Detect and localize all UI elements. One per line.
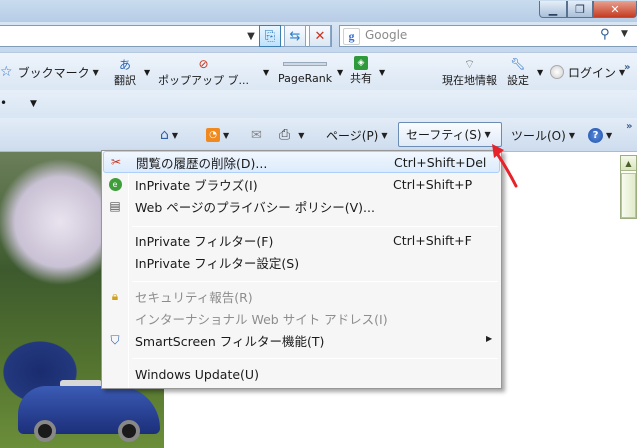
- menu-item-windows-update[interactable]: Windows Update(U): [103, 363, 500, 385]
- scroll-up-icon[interactable]: ▲: [621, 156, 636, 171]
- search-icon[interactable]: ⚲: [600, 27, 610, 42]
- menu-item-privacy-policy[interactable]: ▤ Web ページのプライバシー ポリシー(V)...: [103, 195, 500, 217]
- inprivate-icon: e: [103, 177, 127, 191]
- photo-car-wheel: [118, 420, 140, 442]
- tools-dropdown-icon: ▼: [568, 130, 575, 140]
- address-dropdown-icon[interactable]: ▼: [244, 27, 258, 45]
- compatibility-icon: ⎘: [264, 28, 276, 44]
- translate-icon: あ: [118, 57, 131, 72]
- translate-label: 翻訳: [114, 74, 136, 87]
- close-icon: ✕: [610, 2, 620, 16]
- location-button[interactable]: ⌔ 現在地情報: [442, 56, 497, 88]
- pagerank-label: PageRank: [278, 72, 333, 85]
- page-menu-label: ページ(P): [326, 128, 379, 143]
- login-label: ログイン: [568, 65, 617, 80]
- refresh-button[interactable]: ⇆: [284, 25, 306, 47]
- print-button[interactable]: ⎙ ▼: [279, 124, 304, 146]
- page-dropdown-icon: ▼: [381, 130, 388, 140]
- settings-label: 設定: [507, 74, 529, 87]
- page-menu-button[interactable]: ページ(P) ▼: [326, 124, 388, 146]
- wrench-icon: 🔧︎: [510, 57, 526, 71]
- links-bar: [0, 90, 637, 118]
- mail-icon: ✉: [251, 127, 262, 143]
- google-logo-icon: g: [343, 28, 360, 45]
- command-overflow-icon[interactable]: »: [626, 121, 632, 132]
- bookmarks-label: ブックマーク: [17, 65, 90, 80]
- popup-blocker-button[interactable]: ⊘ ポップアップ ブ...: [158, 56, 249, 88]
- share-button[interactable]: ◈ 共有: [350, 56, 372, 86]
- menu-separator: [132, 281, 498, 282]
- menu-item-inprivate-filter-settings[interactable]: InPrivate フィルター設定(S): [103, 251, 500, 273]
- minimize-button[interactable]: ▁: [539, 1, 567, 18]
- printer-icon: ⎙: [279, 127, 291, 143]
- photo-car-wheel: [34, 420, 56, 442]
- login-button[interactable]: ログイン ▼: [550, 57, 625, 87]
- help-button[interactable]: ? ▼: [588, 124, 612, 146]
- menu-item-inprivate-filter[interactable]: InPrivate フィルター(F) Ctrl+Shift+F: [103, 229, 500, 251]
- home-button[interactable]: ⌂ ▼: [160, 124, 178, 146]
- smartscreen-shield-icon: ⛉: [110, 332, 120, 347]
- chevron-down-icon: ▼: [92, 67, 99, 77]
- location-label: 現在地情報: [442, 74, 497, 87]
- settings-dropdown-icon[interactable]: ▼: [537, 68, 543, 77]
- menu-separator: [132, 226, 498, 227]
- close-button[interactable]: ✕: [593, 1, 637, 18]
- menu-separator: [132, 358, 498, 359]
- help-dropdown-icon: ▼: [606, 130, 613, 140]
- stop-button[interactable]: ✕: [309, 25, 331, 47]
- star-icon: ☆: [0, 64, 13, 80]
- settings-button[interactable]: 🔧︎ 設定: [507, 56, 529, 88]
- help-icon: ?: [588, 127, 603, 143]
- pagerank-indicator[interactable]: PageRank: [278, 56, 332, 85]
- scroll-thumb[interactable]: [621, 173, 636, 218]
- user-icon: [550, 65, 564, 79]
- minimize-icon: ▁: [548, 2, 558, 16]
- bookmarks-button[interactable]: ☆ ブックマーク ▼: [0, 57, 99, 87]
- search-input[interactable]: Google: [365, 28, 407, 42]
- stop-icon: ✕: [314, 28, 326, 44]
- popup-label: ポップアップ ブ...: [158, 74, 249, 87]
- feeds-button[interactable]: ◔ ▼: [206, 124, 229, 146]
- links-ellipsis-icon: •: [0, 96, 8, 110]
- maximize-button[interactable]: ❐: [567, 1, 593, 18]
- lock-icon: 🔒︎: [111, 288, 119, 303]
- share-icon: ◈: [354, 56, 368, 70]
- home-dropdown-icon: ▼: [171, 130, 179, 140]
- links-dropdown-icon[interactable]: ▼: [30, 99, 37, 109]
- share-dropdown-icon[interactable]: ▼: [379, 68, 385, 77]
- location-signal-icon: ⌔: [463, 56, 476, 71]
- menu-item-smartscreen[interactable]: ⛉ SmartScreen フィルター機能(T): [103, 329, 500, 351]
- toolbar-overflow-icon[interactable]: »: [624, 62, 630, 73]
- feeds-dropdown-icon: ▼: [223, 130, 230, 140]
- menu-item-inprivate-browsing[interactable]: e InPrivate ブラウズ(I) Ctrl+Shift+P: [103, 173, 500, 195]
- search-dropdown-icon[interactable]: ▼: [621, 29, 628, 39]
- address-bar[interactable]: [0, 25, 332, 47]
- red-annotation-arrow-icon: [492, 144, 518, 188]
- pagerank-bar-icon: [283, 56, 328, 72]
- popup-blocker-icon: ⊘: [198, 57, 209, 71]
- broom-icon: ✂: [110, 155, 122, 169]
- translate-dropdown-icon[interactable]: ▼: [144, 68, 150, 77]
- menu-item-international-address: インターナショナル Web サイト アドレス(I): [135, 311, 388, 327]
- rss-icon: ◔: [206, 128, 220, 142]
- menu-item-security-report: 🔒︎ セキュリティ報告(R): [103, 285, 500, 307]
- print-dropdown-icon: ▼: [298, 130, 305, 140]
- privacy-policy-icon: ▤: [109, 199, 121, 213]
- popup-dropdown-icon[interactable]: ▼: [263, 68, 269, 77]
- safety-menu-label: セーフティ(S): [406, 128, 482, 142]
- menu-item-delete-history[interactable]: ✂ 閲覧の履歴の削除(D)... Ctrl+Shift+Del: [103, 151, 500, 173]
- share-label: 共有: [350, 72, 372, 85]
- submenu-arrow-icon: ▶: [486, 334, 493, 343]
- translate-button[interactable]: あ 翻訳: [114, 56, 136, 88]
- refresh-icon: ⇆: [289, 28, 301, 44]
- compatibility-view-button[interactable]: ⎘: [259, 25, 281, 47]
- read-mail-button[interactable]: ✉: [251, 124, 262, 146]
- pagerank-dropdown-icon[interactable]: ▼: [337, 68, 343, 77]
- maximize-icon: ❐: [575, 2, 585, 16]
- home-icon: ⌂: [160, 127, 169, 143]
